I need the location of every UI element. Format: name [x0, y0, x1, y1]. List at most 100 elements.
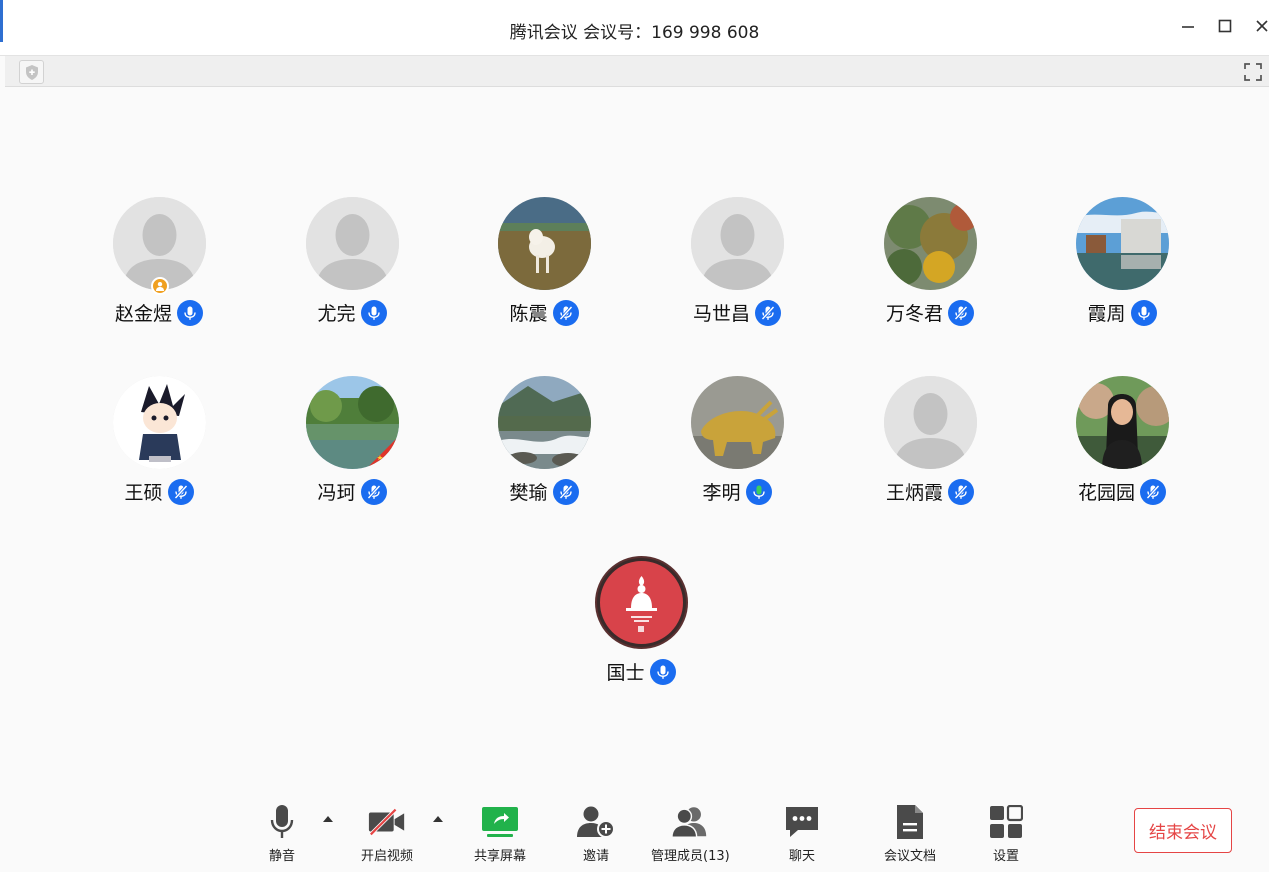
mic-muted-icon: [552, 299, 579, 326]
avatar: [306, 376, 399, 469]
mic-muted-icon: [755, 299, 781, 326]
minimize-button[interactable]: [1176, 14, 1200, 38]
photo-golden-bull-image: [691, 376, 784, 469]
participant-tile[interactable]: 尤完: [272, 197, 432, 337]
participant-tile[interactable]: 王炳霞: [850, 376, 1010, 516]
mic-on-icon: [649, 658, 676, 685]
fullscreen-icon: [1244, 63, 1262, 81]
default-silhouette-image: [884, 376, 977, 469]
participant-nameline: 万冬君: [850, 299, 1010, 326]
mic-muted-icon: [948, 299, 974, 326]
share-screen-icon: [480, 803, 520, 841]
mic-speaking-icon: [745, 478, 772, 505]
participant-nameline: 马世昌: [657, 299, 817, 326]
mic-muted-icon: [552, 478, 579, 505]
mic-on-icon: [360, 299, 387, 326]
members-icon: [670, 803, 710, 841]
start-video-label: 开启视频: [361, 849, 414, 864]
maximize-button[interactable]: [1213, 14, 1237, 38]
participant-name: 马世昌: [692, 303, 750, 325]
security-button[interactable]: [19, 60, 44, 84]
avatar: [884, 376, 977, 469]
photo-woman-image: [1076, 376, 1169, 469]
participant-name: 赵金煜: [114, 303, 172, 325]
participant-name: 李明: [702, 482, 741, 504]
video-off-icon: [367, 803, 407, 841]
settings-grid-icon: [986, 803, 1026, 841]
fullscreen-button[interactable]: [1241, 60, 1265, 84]
invite-button[interactable]: 邀请: [576, 803, 616, 864]
participant-nameline: 李明: [657, 478, 817, 505]
close-button[interactable]: [1250, 14, 1269, 38]
share-screen-label: 共享屏幕: [474, 849, 527, 864]
participant-tile[interactable]: 霞周: [1042, 197, 1202, 337]
participant-tile[interactable]: 花园园: [1042, 376, 1202, 516]
mute-button[interactable]: 静音: [262, 803, 302, 864]
mic-muted-icon: [948, 478, 974, 505]
participant-tile[interactable]: 国士: [561, 556, 721, 696]
chat-label: 聊天: [788, 849, 815, 864]
default-silhouette-image: [691, 197, 784, 290]
avatar: [884, 197, 977, 290]
participant-name: 王硕: [124, 482, 163, 504]
participant-nameline: 樊瑜: [464, 478, 624, 505]
manage-members-label: 管理成员(13): [651, 849, 730, 864]
avatar: [691, 376, 784, 469]
participant-tile[interactable]: 赵金煜: [79, 197, 239, 337]
participant-name: 万冬君: [885, 303, 943, 325]
share-screen-button[interactable]: 共享屏幕: [474, 803, 526, 864]
avatar: [306, 197, 399, 290]
participant-tile[interactable]: 冯珂: [272, 376, 432, 516]
photo-lamb-image: [498, 197, 591, 290]
red-buddha-logo-image: [595, 556, 688, 649]
mic-on-icon: [177, 299, 203, 326]
photo-lake-trees-image: [306, 376, 399, 469]
window-title: 腾讯会议 会议号：169 998 608: [509, 23, 760, 43]
microphone-icon: [262, 803, 302, 841]
end-meeting-button[interactable]: 结束会议: [1134, 808, 1232, 853]
maximize-icon: [1218, 19, 1232, 33]
mic-on-icon: [1130, 299, 1157, 326]
participant-tile[interactable]: 樊瑜: [464, 376, 624, 516]
participant-nameline: 陈震: [464, 299, 624, 326]
avatar: [498, 376, 591, 469]
participant-name: 王炳霞: [885, 482, 943, 504]
participant-tile[interactable]: 李明: [657, 376, 817, 516]
avatar: [691, 197, 784, 290]
bottom-toolbar: 静音 开启视频 共享屏幕 邀请 管理成员(13) 聊天 会议文档 设置 结束会议: [0, 795, 1269, 872]
chat-button[interactable]: 聊天: [782, 803, 822, 864]
participant-name: 冯珂: [317, 482, 356, 504]
minimize-icon: [1182, 26, 1194, 28]
participant-tile[interactable]: 马世昌: [657, 197, 817, 337]
invite-label: 邀请: [582, 849, 609, 864]
shield-icon: [25, 64, 38, 80]
participant-name: 樊瑜: [509, 482, 548, 504]
participant-name: 尤完: [317, 303, 356, 325]
add-user-icon: [576, 803, 616, 841]
meeting-docs-button[interactable]: 会议文档: [884, 803, 936, 864]
settings-label: 设置: [992, 849, 1019, 864]
mic-muted-icon: [1140, 478, 1166, 505]
avatar: [113, 376, 206, 469]
participant-tile[interactable]: 陈震: [464, 197, 624, 337]
mic-muted-icon: [167, 478, 194, 505]
participant-nameline: 冯珂: [272, 478, 432, 505]
mic-muted-icon: [360, 478, 387, 505]
top-strip: [5, 56, 1269, 87]
mute-options-caret-icon[interactable]: [322, 815, 334, 823]
host-badge-icon: [151, 277, 169, 295]
video-options-caret-icon[interactable]: [432, 815, 444, 823]
settings-button[interactable]: 设置: [986, 803, 1026, 864]
start-video-button[interactable]: 开启视频: [361, 803, 413, 864]
document-icon: [890, 803, 930, 841]
participant-nameline: 尤完: [272, 299, 432, 326]
participant-nameline: 花园园: [1042, 478, 1202, 505]
chat-icon: [782, 803, 822, 841]
meeting-docs-label: 会议文档: [884, 849, 937, 864]
participant-tile[interactable]: 王硕: [79, 376, 239, 516]
avatar: [498, 197, 591, 290]
manage-members-button[interactable]: 管理成员(13): [651, 803, 730, 864]
photo-autumn-trees-image: [884, 197, 977, 290]
participant-tile[interactable]: 万冬君: [850, 197, 1010, 337]
photo-stream-image: [498, 376, 591, 469]
